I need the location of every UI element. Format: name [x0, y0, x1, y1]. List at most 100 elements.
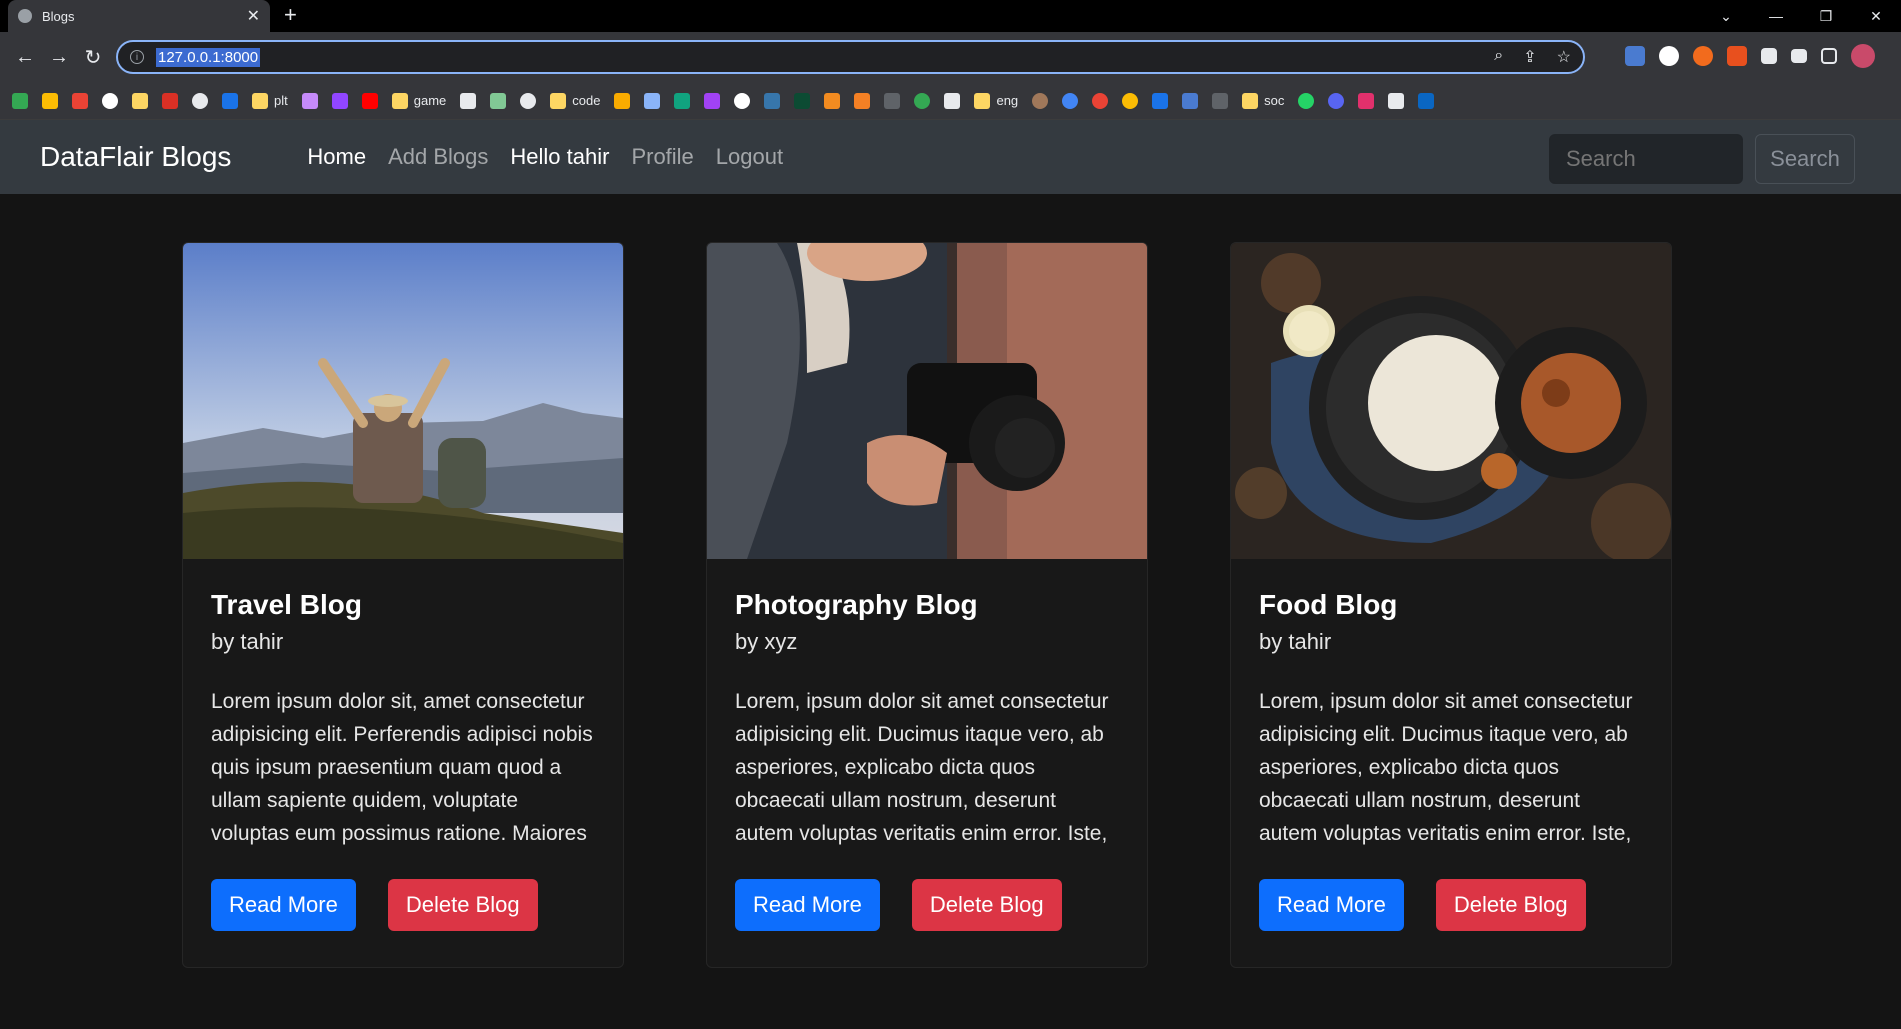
linkedin-icon[interactable]	[1418, 92, 1435, 109]
bookmark-item[interactable]	[331, 92, 348, 109]
window-controls: ⌄ — ❐ ✕	[1701, 0, 1901, 32]
instagram-icon[interactable]	[1358, 92, 1375, 109]
bookmark-item[interactable]	[301, 92, 318, 109]
forward-icon[interactable]: →	[42, 40, 76, 74]
bookmark-item[interactable]	[824, 92, 841, 109]
bookmark-label: code	[572, 93, 601, 108]
avatar[interactable]	[1851, 44, 1875, 68]
bookmark-item[interactable]	[884, 92, 901, 109]
reading-list-icon[interactable]	[1791, 49, 1807, 63]
read-more-button[interactable]: Read More	[1259, 879, 1404, 931]
url-text[interactable]: 127.0.0.1:8000	[156, 47, 261, 67]
nav-logout[interactable]: Logout	[716, 144, 783, 170]
site-info-icon[interactable]: i	[130, 50, 144, 64]
bookmark-item[interactable]	[1032, 92, 1049, 109]
bookmark-item[interactable]	[1152, 92, 1169, 109]
bookmark-item[interactable]	[520, 92, 537, 109]
card-text: Lorem ipsum dolor sit, amet consectetur …	[211, 690, 593, 845]
bookmark-star-icon[interactable]: ☆	[1557, 47, 1571, 67]
bookmark-item[interactable]	[460, 92, 477, 109]
reload-icon[interactable]: ↻	[76, 40, 110, 74]
bookmark-item[interactable]	[944, 92, 961, 109]
card-author: by tahir	[1259, 629, 1332, 654]
bookmark-item[interactable]	[674, 92, 691, 109]
bookmark-item[interactable]	[490, 92, 507, 109]
bookmark-item[interactable]	[192, 92, 208, 109]
search-form: Search	[1549, 134, 1855, 184]
bookmark-item[interactable]	[614, 92, 631, 109]
delete-blog-button[interactable]: Delete Blog	[1435, 879, 1586, 931]
python-icon[interactable]	[764, 92, 781, 109]
restore-icon[interactable]: ❐	[1801, 0, 1851, 32]
card-title: Food Blog	[1259, 589, 1398, 620]
card-author: by xyz	[735, 629, 798, 654]
bookmark-item[interactable]	[42, 92, 58, 109]
blog-card: Photography Blog by xyz Lorem, ipsum dol…	[706, 242, 1148, 968]
bookmark-item[interactable]	[222, 92, 238, 109]
bookmark-folder-plt[interactable]: plt	[252, 92, 288, 109]
side-panel-icon[interactable]	[1821, 48, 1837, 64]
tab-search-icon[interactable]: ⌄	[1701, 0, 1751, 32]
nav-add-blogs[interactable]: Add Blogs	[388, 144, 488, 170]
new-tab-icon[interactable]: +	[284, 2, 297, 28]
browser-chrome: Blogs ✕ + ⌄ — ❐ ✕ ← → ↻ i 127.0.0.1:8000…	[0, 0, 1901, 120]
bookmark-label: soc	[1264, 93, 1285, 108]
nav-greeting[interactable]: Hello tahir	[510, 144, 609, 170]
brand-logo[interactable]: DataFlair Blogs	[40, 141, 231, 173]
bookmark-item[interactable]	[794, 92, 811, 109]
nav-profile[interactable]: Profile	[631, 144, 693, 170]
bookmark-item[interactable]	[72, 92, 88, 109]
whatsapp-icon[interactable]	[1298, 92, 1315, 109]
search-button[interactable]: Search	[1755, 134, 1855, 184]
bookmark-item[interactable]	[102, 92, 118, 109]
github-icon[interactable]	[734, 92, 751, 109]
bookmark-item[interactable]	[1092, 92, 1109, 109]
globe-icon	[18, 9, 32, 23]
close-window-icon[interactable]: ✕	[1851, 0, 1901, 32]
zoom-icon[interactable]: ⌕	[1494, 47, 1503, 67]
browser-tab[interactable]: Blogs ✕	[8, 0, 270, 32]
bookmark-item[interactable]	[12, 92, 28, 109]
bookmark-item[interactable]	[854, 92, 871, 109]
bookmark-item[interactable]	[361, 92, 378, 109]
share-icon[interactable]: ⇪	[1523, 47, 1536, 67]
delete-blog-button[interactable]: Delete Blog	[387, 879, 538, 931]
nav-links: Home Add Blogs Hello tahir Profile Logou…	[307, 144, 783, 170]
address-bar[interactable]: i 127.0.0.1:8000 ⌕ ⇪ ☆	[116, 40, 1585, 74]
bookmark-item[interactable]	[914, 92, 931, 109]
translate-extension-icon[interactable]	[1625, 46, 1645, 66]
delete-blog-button[interactable]: Delete Blog	[911, 879, 1062, 931]
bookmark-item[interactable]	[132, 92, 148, 109]
read-more-button[interactable]: Read More	[211, 879, 356, 931]
bookmark-item[interactable]	[644, 92, 661, 109]
discord-icon[interactable]	[1328, 92, 1345, 109]
extension-icon[interactable]	[1727, 46, 1747, 66]
bookmark-item[interactable]	[1212, 92, 1229, 109]
close-tab-icon[interactable]: ✕	[247, 6, 260, 26]
bookmark-folder-soc[interactable]: soc	[1242, 92, 1285, 109]
card-title: Photography Blog	[735, 589, 978, 620]
search-input[interactable]	[1549, 134, 1743, 184]
bookmark-folder-code[interactable]: code	[550, 92, 601, 109]
x-icon[interactable]	[1388, 92, 1405, 109]
bookmark-item[interactable]	[1182, 92, 1199, 109]
bookmark-item[interactable]	[704, 92, 721, 109]
puzzle-icon[interactable]	[1761, 48, 1777, 64]
nav-home[interactable]: Home	[307, 144, 366, 170]
bookmark-label: game	[413, 93, 447, 108]
bookmark-item[interactable]	[162, 92, 178, 109]
bookmark-folder-eng[interactable]: eng	[974, 92, 1018, 109]
bookmarks-bar: plt game code eng soc	[0, 82, 1901, 120]
bookmark-item[interactable]	[1062, 92, 1079, 109]
bookmark-item[interactable]	[1122, 92, 1139, 109]
bookmark-folder-game[interactable]: game	[391, 92, 447, 109]
menu-icon[interactable]	[1889, 46, 1893, 66]
bookmark-label: plt	[274, 93, 288, 108]
back-icon[interactable]: ←	[8, 40, 42, 74]
extension-icon[interactable]	[1693, 46, 1713, 66]
read-more-button[interactable]: Read More	[735, 879, 880, 931]
extension-icon[interactable]	[1659, 46, 1679, 66]
travel-image	[183, 243, 623, 559]
minimize-icon[interactable]: —	[1751, 0, 1801, 32]
tab-strip: Blogs ✕ + ⌄ — ❐ ✕	[0, 0, 1901, 32]
